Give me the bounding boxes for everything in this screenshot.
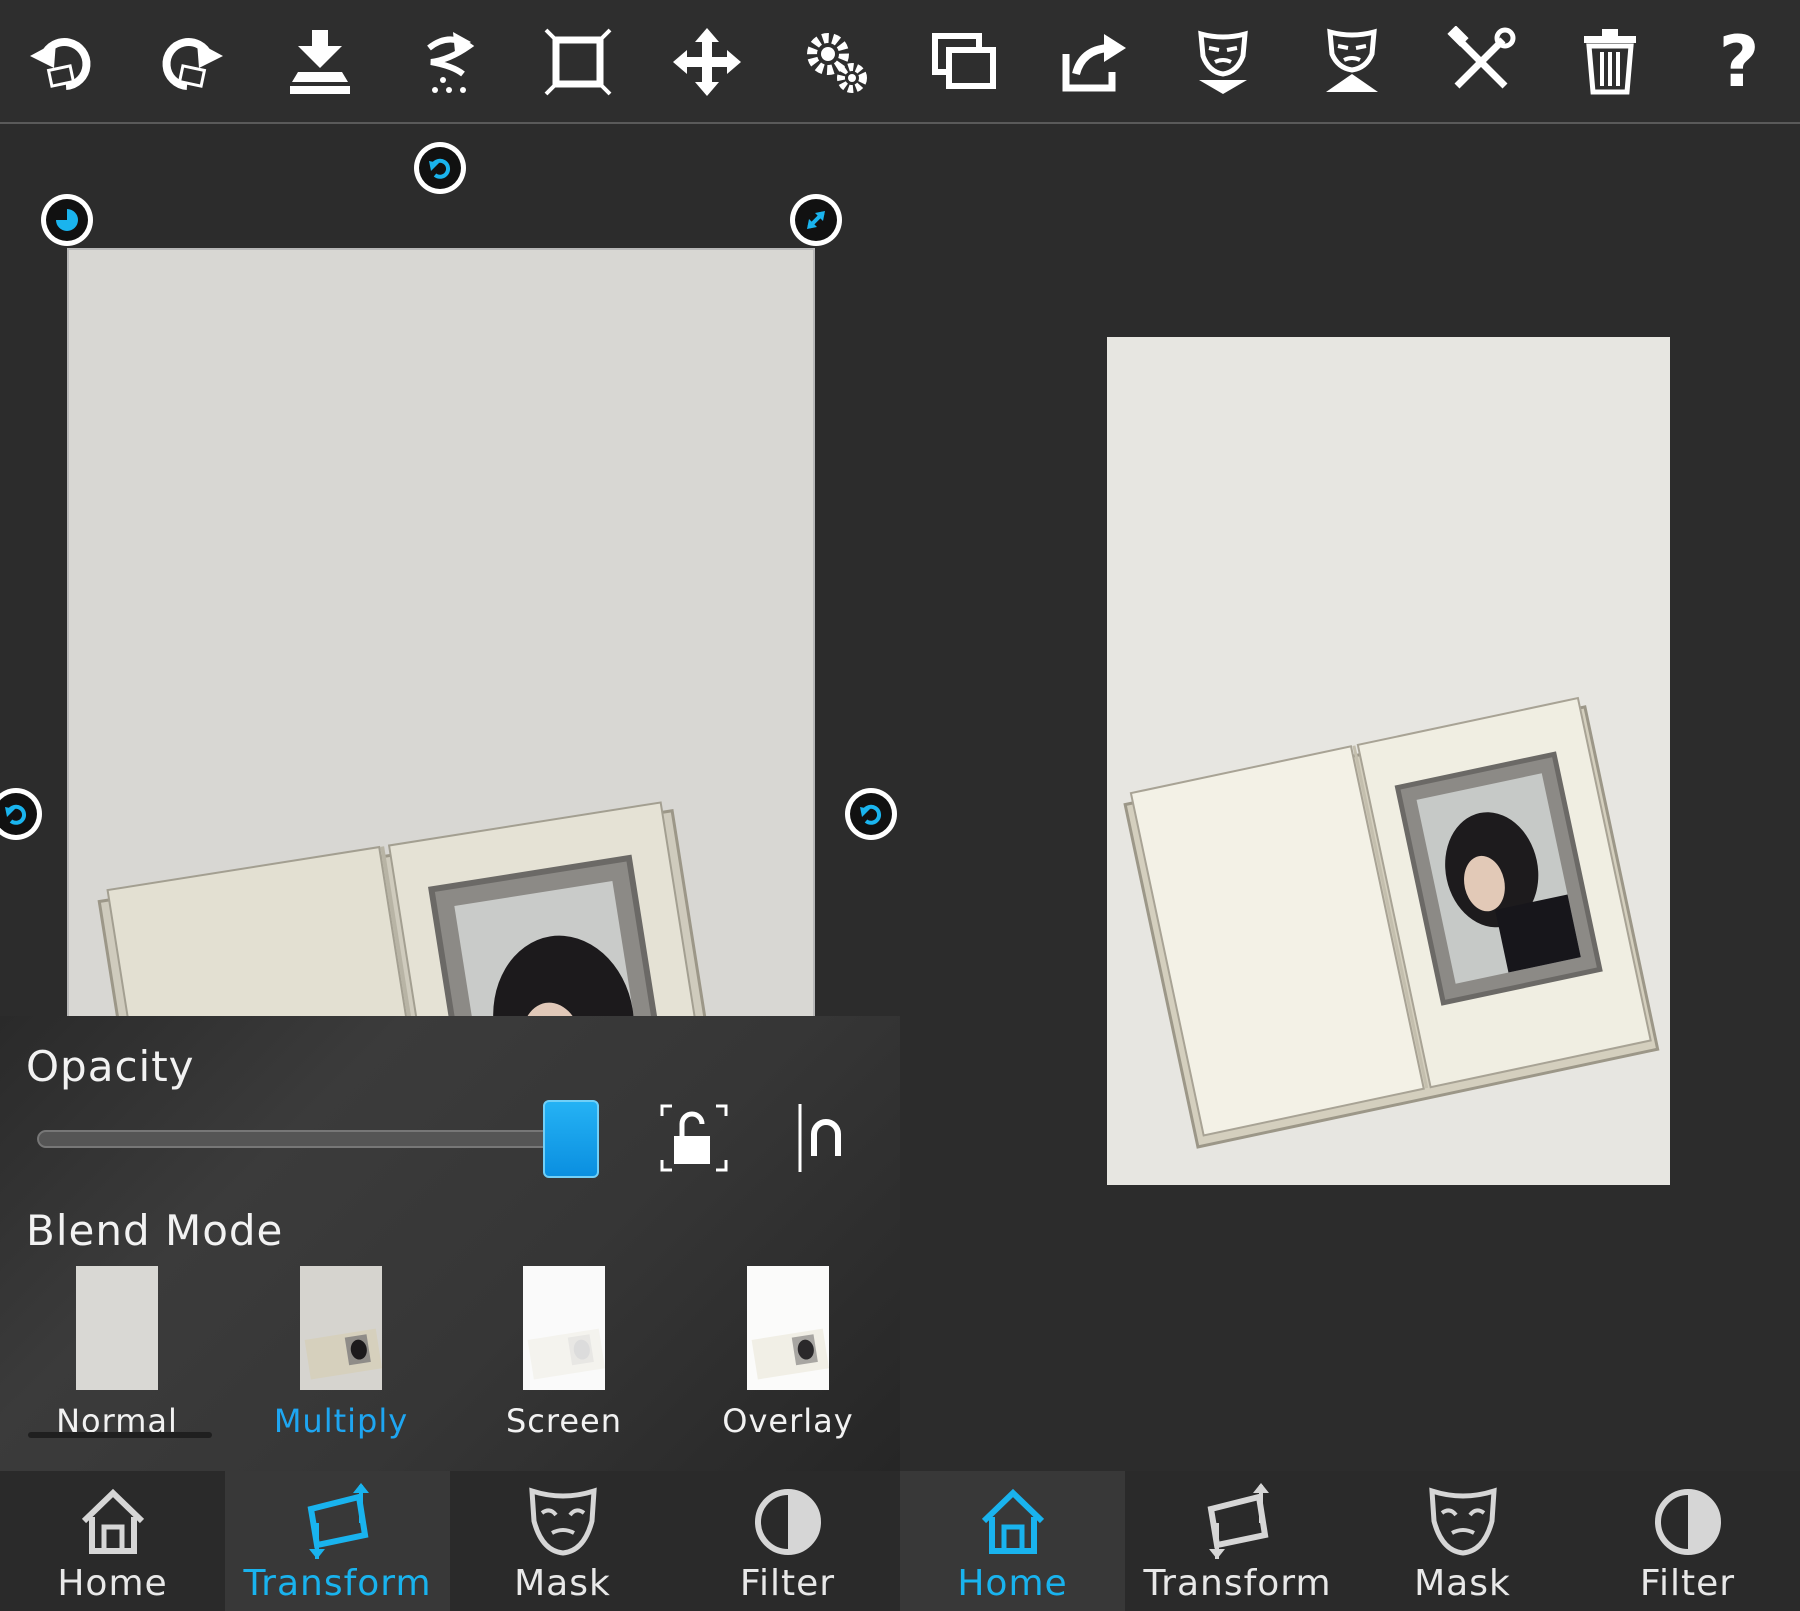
opacity-label: Opacity	[26, 1042, 195, 1091]
nav-mask-label: Mask	[1414, 1563, 1511, 1604]
blend-thumb-multiply	[300, 1266, 382, 1390]
tools-button[interactable]	[1437, 20, 1525, 104]
nav-transform-label: Transform	[1143, 1563, 1332, 1604]
nav-filter-left[interactable]: Filter	[675, 1471, 900, 1611]
blend-selection-indicator	[28, 1432, 212, 1438]
duplicate-layer-icon	[932, 33, 996, 89]
duplicate-layer-button[interactable]	[921, 20, 1009, 104]
nav-transform-label: Transform	[243, 1563, 432, 1604]
nav-mask-left[interactable]: Mask	[450, 1471, 675, 1611]
delete-icon	[1584, 29, 1636, 95]
warp-icon	[427, 32, 475, 93]
nav-home-label: Home	[57, 1563, 168, 1604]
mask-down-button[interactable]	[1179, 20, 1267, 104]
blend-mode-label: Blend Mode	[26, 1206, 284, 1255]
clipping-icon	[798, 1104, 841, 1172]
nav-mask-right[interactable]: Mask	[1350, 1471, 1575, 1611]
bottom-nav-right: Home Transform Mask Filter	[900, 1471, 1800, 1611]
warp-button[interactable]	[405, 20, 493, 104]
fit-frame-icon	[544, 28, 612, 96]
rotate-icon	[860, 804, 882, 825]
settings-icon	[807, 33, 867, 93]
mask-down-icon	[1198, 30, 1248, 94]
filter-icon	[1655, 1489, 1721, 1555]
selected-layer[interactable]	[67, 248, 815, 1150]
mask-up-icon	[1326, 28, 1378, 92]
blend-label-multiply: Multiply	[273, 1402, 409, 1440]
redo-icon	[162, 38, 223, 90]
fit-frame-button[interactable]	[534, 20, 622, 104]
merge-down-button[interactable]	[276, 20, 364, 104]
rotate-handle-right[interactable]	[845, 788, 897, 840]
rotate-handle-top[interactable]	[414, 142, 466, 194]
filter-icon	[755, 1489, 821, 1555]
book-preview-image	[1123, 696, 1660, 1149]
nav-mask-label: Mask	[514, 1563, 611, 1604]
layer-properties-panel: Opacity Blend Mode Normal Multiply Scree…	[0, 1016, 900, 1471]
book-image	[97, 801, 737, 1150]
help-icon: ?	[1718, 21, 1760, 103]
rotate-pivot-handle[interactable]	[41, 194, 93, 246]
composite-preview	[1107, 337, 1670, 1185]
export-icon	[1062, 34, 1126, 92]
settings-button[interactable]	[792, 20, 880, 104]
opacity-slider-thumb[interactable]	[543, 1100, 599, 1178]
undo-icon	[30, 38, 91, 90]
blend-thumb-screen	[523, 1266, 605, 1390]
redo-button[interactable]	[147, 20, 235, 104]
merge-down-icon	[290, 30, 350, 94]
move-icon	[673, 28, 741, 96]
mask-up-button[interactable]	[1308, 20, 1396, 104]
nav-filter-right[interactable]: Filter	[1575, 1471, 1800, 1611]
rotate-icon	[429, 158, 451, 179]
nav-transform-right[interactable]: Transform	[1125, 1471, 1350, 1611]
lock-button[interactable]	[656, 1100, 732, 1176]
clock-icon	[56, 209, 78, 231]
clip-mask-button[interactable]	[786, 1100, 862, 1176]
resize-diagonal-icon	[807, 211, 825, 229]
mask-icon	[1429, 1487, 1497, 1556]
blend-mode-screen[interactable]: Screen	[469, 1266, 659, 1446]
nav-transform-left[interactable]: Transform	[225, 1471, 450, 1611]
blend-mode-overlay[interactable]: Overlay	[693, 1266, 883, 1446]
move-button[interactable]	[663, 20, 751, 104]
nav-home-left[interactable]: Home	[0, 1471, 225, 1611]
blend-thumb-overlay	[747, 1266, 829, 1390]
scale-handle[interactable]	[790, 194, 842, 246]
blend-mode-normal[interactable]: Normal	[22, 1266, 212, 1446]
rotate-handle-left[interactable]	[0, 788, 42, 840]
transform-icon	[1207, 1483, 1269, 1559]
bottom-nav-left: Home Transform Mask Filter	[0, 1471, 900, 1611]
export-button[interactable]	[1050, 20, 1138, 104]
transform-icon	[307, 1483, 369, 1559]
nav-home-right[interactable]: Home	[900, 1471, 1125, 1611]
help-button[interactable]: ?	[1695, 20, 1783, 104]
blend-label-screen: Screen	[505, 1402, 622, 1440]
unlock-icon	[660, 1104, 728, 1172]
home-icon	[81, 1488, 145, 1554]
nav-filter-label: Filter	[739, 1563, 836, 1604]
home-icon	[981, 1488, 1045, 1554]
opacity-slider-track[interactable]	[37, 1130, 597, 1148]
blend-mode-multiply[interactable]: Multiply	[246, 1266, 436, 1446]
undo-button[interactable]	[18, 20, 106, 104]
blend-label-overlay: Overlay	[722, 1402, 854, 1440]
top-toolbar: ?	[0, 0, 1800, 124]
blend-thumb-normal	[76, 1266, 158, 1390]
delete-button[interactable]	[1566, 20, 1654, 104]
rotate-icon	[5, 804, 27, 825]
tools-icon	[1447, 26, 1516, 89]
nav-home-label: Home	[957, 1563, 1068, 1604]
app-root: ? Opacity Blend Mode Normal Multiply Scr…	[0, 0, 1800, 1611]
nav-filter-label: Filter	[1639, 1563, 1736, 1604]
mask-icon	[529, 1487, 597, 1556]
